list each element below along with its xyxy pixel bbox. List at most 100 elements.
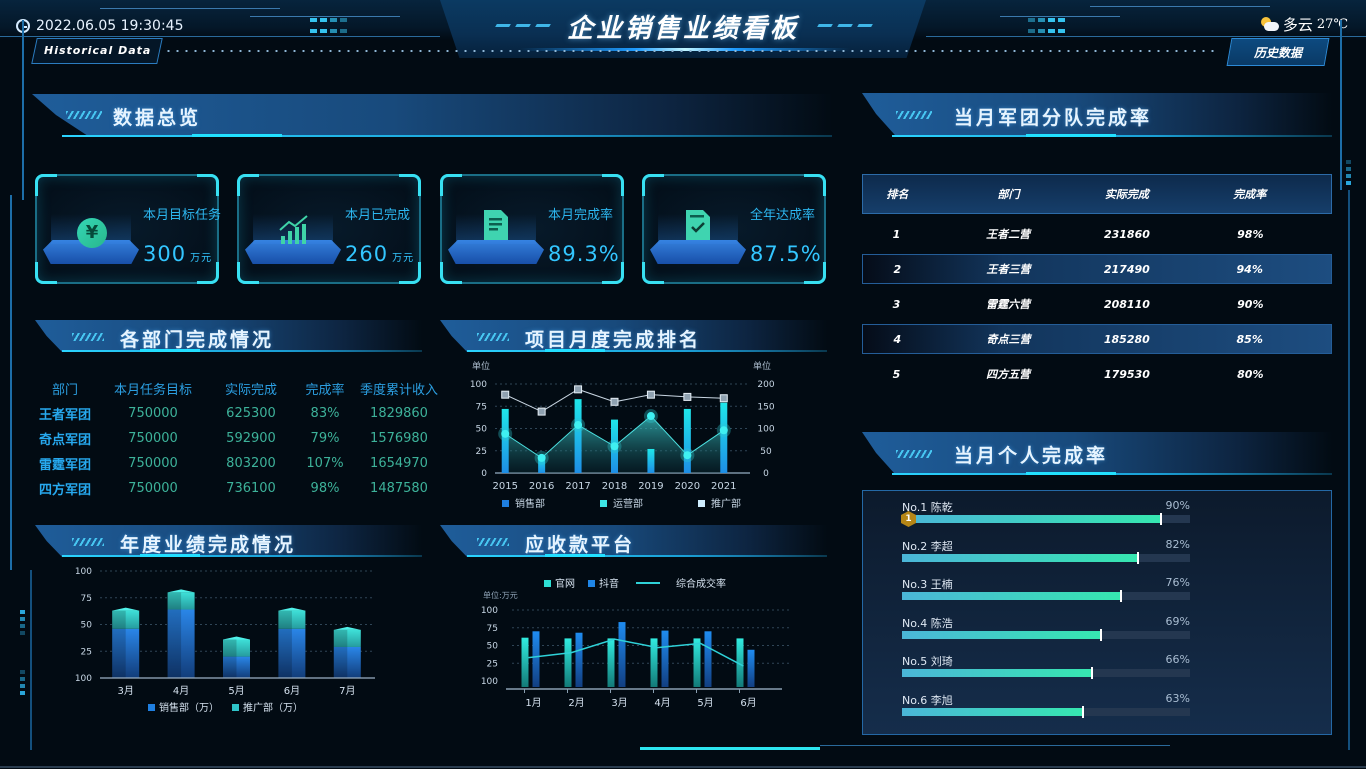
history-data-button-label[interactable]: 历史数据 bbox=[1229, 44, 1327, 61]
rank-cell: 奇点三营 bbox=[986, 333, 1031, 346]
header-stripes bbox=[1028, 18, 1068, 37]
rank-cell: 4 bbox=[893, 332, 902, 346]
kpi-value: 89.3% bbox=[548, 242, 620, 266]
kpi-unit: 万元 bbox=[190, 253, 213, 264]
y-tick-label-left: 50 bbox=[476, 425, 488, 435]
dept-value-cell: 1829860 bbox=[370, 406, 428, 421]
personal-rate-item: No.3 王楠 76% bbox=[902, 576, 1190, 602]
section-title-rank-chart: 项目月度完成排名 bbox=[525, 329, 702, 351]
document-icon bbox=[484, 210, 508, 240]
dept-value-cell: 736100 bbox=[226, 481, 276, 496]
kpi-value: 87.5% bbox=[750, 242, 822, 266]
kpi-label: 本月已完成 bbox=[345, 208, 411, 223]
bar-xiaoshou bbox=[647, 448, 655, 473]
header-deco-line bbox=[1090, 6, 1270, 7]
dept-value-cell: 750000 bbox=[128, 406, 178, 421]
datetime-display: 2022.06.05 19:30:45 bbox=[16, 18, 184, 34]
person-label: No.5 刘琦 bbox=[902, 655, 953, 668]
person-percent: 63% bbox=[1165, 691, 1190, 705]
personal-rate-item: No.1 陈乾 90% 1 bbox=[901, 499, 1190, 527]
progress-track bbox=[902, 705, 1190, 718]
table-row: 5 四方五营 179530 80% bbox=[862, 359, 1332, 389]
section-header-underline bbox=[467, 555, 827, 557]
x-tick-label: 5月 bbox=[697, 697, 713, 709]
legend-swatch bbox=[600, 500, 607, 507]
person-label: No.6 李旭 bbox=[902, 693, 953, 707]
personal-rate-item: No.5 刘琦 66% bbox=[902, 653, 1190, 679]
progress-fill bbox=[902, 669, 1093, 677]
progress-track bbox=[902, 590, 1190, 602]
rank-cell: 四方五营 bbox=[986, 368, 1031, 381]
bar-xiaoshou bbox=[501, 408, 509, 473]
section-title-dept: 各部门完成情况 bbox=[120, 329, 275, 351]
bar-guanwang bbox=[693, 638, 701, 687]
point-yunying bbox=[719, 426, 728, 435]
section-header-accent bbox=[1026, 134, 1116, 137]
bar-douyin bbox=[575, 632, 583, 687]
progress-fill bbox=[902, 630, 1101, 639]
legend-label: 官网 bbox=[555, 577, 575, 590]
point-yunying bbox=[537, 453, 546, 462]
kpi-unit: 万元 bbox=[392, 253, 415, 264]
personal-rate-item: No.4 陈浩 69% bbox=[902, 614, 1190, 641]
receivable-chart: 单位:万元 100 25 50 75 100 1月 2月 3月 4月 5月 6月 官网 抖音 综合成交率 bbox=[481, 577, 790, 709]
table-row: 王者军团 750000 625300 83% 1829860 bbox=[32, 401, 442, 426]
x-tick-label: 6月 bbox=[740, 697, 756, 709]
dept-value-cell: 1487580 bbox=[370, 481, 428, 496]
progress-track bbox=[902, 667, 1190, 679]
y-tick-label-right: 50 bbox=[760, 447, 772, 457]
legend-swatch bbox=[148, 704, 155, 711]
x-tick-label: 4月 bbox=[654, 697, 670, 709]
dept-value-cell: 625300 bbox=[226, 406, 276, 421]
y-tick-label-right: 150 bbox=[757, 402, 774, 412]
rank-cell: 231860 bbox=[1103, 227, 1150, 241]
progress-fill bbox=[902, 515, 1162, 523]
person-percent: 69% bbox=[1165, 614, 1190, 628]
point-yunying bbox=[610, 442, 619, 451]
dept-value-cell: 750000 bbox=[128, 481, 178, 496]
bar-guanwang bbox=[607, 638, 615, 687]
person-label: No.1 陈乾 bbox=[902, 501, 953, 514]
x-tick-label: 6月 bbox=[284, 685, 300, 697]
point-tuiguang bbox=[610, 397, 619, 406]
bar-shade bbox=[223, 656, 237, 678]
rank-cell: 王者三营 bbox=[986, 263, 1031, 276]
datetime-text: 2022.06.05 19:30:45 bbox=[36, 18, 184, 34]
y-tick-label-right: 100 bbox=[757, 425, 774, 435]
dept-name-cell: 王者军团 bbox=[38, 408, 91, 423]
legend-label: 推广部 bbox=[711, 497, 741, 510]
rank-cell: 90% bbox=[1237, 297, 1264, 311]
legend-label: 抖音 bbox=[599, 577, 619, 590]
bottom-frame-line bbox=[0, 766, 1366, 768]
rank-cell: 217490 bbox=[1103, 262, 1150, 276]
partly-cloudy-icon bbox=[1259, 16, 1279, 33]
left-frame-line bbox=[22, 20, 24, 200]
y-tick-label-right: 0 bbox=[763, 469, 769, 479]
kpi-value: 260 万元 bbox=[345, 242, 415, 266]
y-tick-label: 75 bbox=[487, 624, 498, 634]
header-divider bbox=[926, 36, 1366, 37]
bar-guanwang bbox=[521, 637, 529, 687]
legend-swatch bbox=[544, 580, 551, 587]
dept-value-cell: 1654970 bbox=[370, 456, 428, 471]
rank-cell: 85% bbox=[1236, 332, 1263, 346]
left-frame-line bbox=[30, 570, 32, 750]
header-stripes bbox=[310, 18, 350, 37]
section-title-receivable: 应收款平台 bbox=[525, 534, 636, 556]
bar-xiaoshou bbox=[683, 408, 691, 473]
kpi-pedestal bbox=[245, 214, 341, 270]
point-tuiguang bbox=[719, 394, 728, 403]
rank-cell: 80% bbox=[1237, 367, 1264, 381]
axis-unit-label: 单位 bbox=[753, 360, 771, 372]
y-tick-label: 50 bbox=[487, 642, 499, 652]
section-header-accent bbox=[192, 134, 282, 137]
x-tick-label: 3月 bbox=[118, 685, 134, 697]
legend-swatch bbox=[502, 500, 509, 507]
bottom-deco-line bbox=[820, 745, 1170, 746]
right-frame-line bbox=[1348, 190, 1350, 750]
personal-rate-item: No.6 李旭 63% bbox=[902, 691, 1190, 718]
x-tick-label: 2020 bbox=[675, 481, 700, 492]
x-tick-label: 2016 bbox=[529, 481, 554, 492]
dept-name-cell: 奇点军团 bbox=[38, 433, 91, 448]
dept-table-header: 部门 本月任务目标 实际完成 完成率 季度累计收入 bbox=[32, 376, 442, 401]
